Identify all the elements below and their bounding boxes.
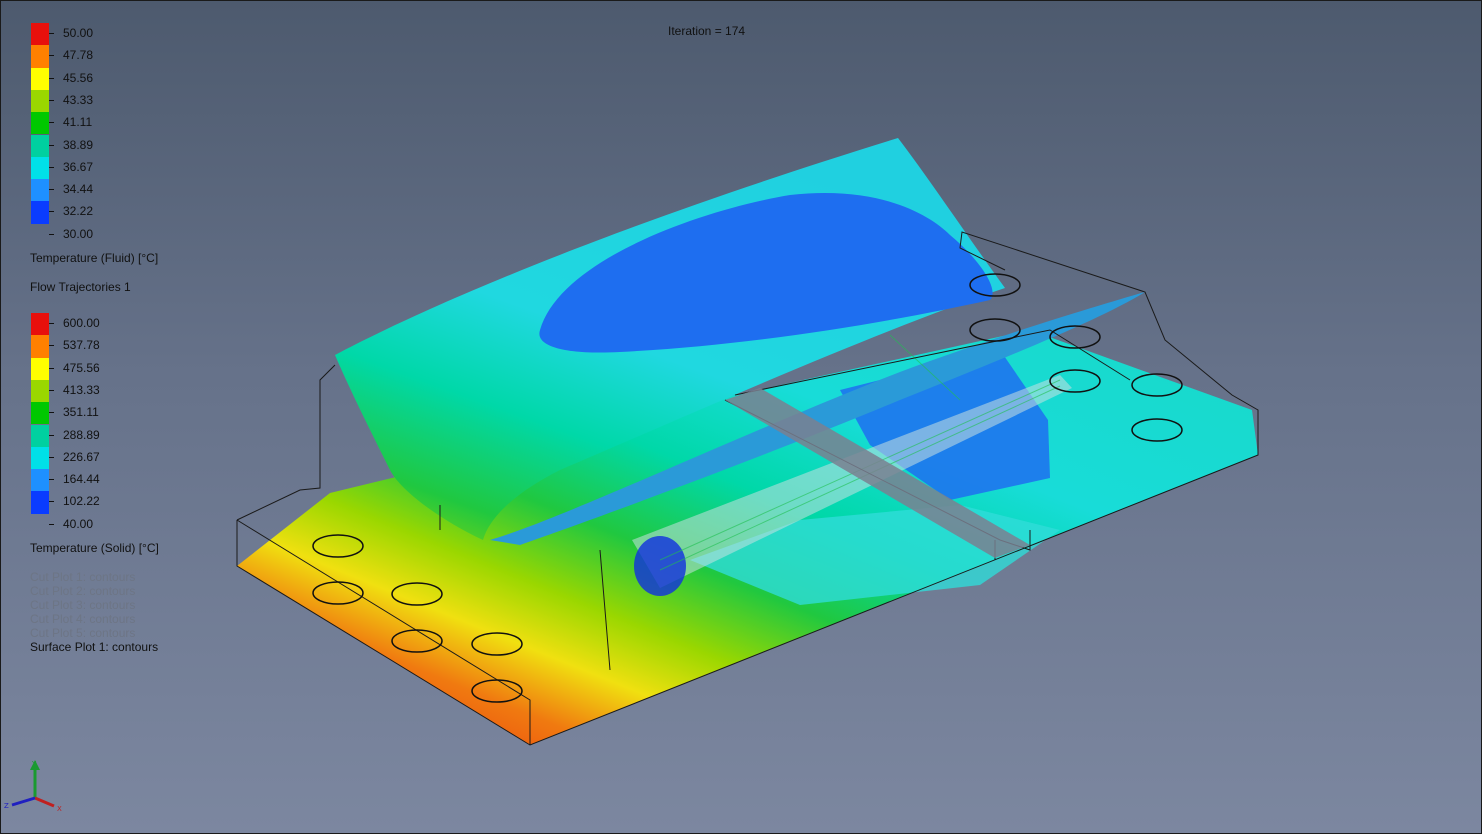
- solid-legend-tick-mark: [49, 501, 54, 503]
- fluid-legend-color-band: [31, 67, 49, 90]
- solid-legend-tick-label: 600.00: [63, 316, 100, 330]
- solid-legend-tick-label: 537.78: [63, 338, 100, 353]
- fluid-legend-color-band: [31, 89, 49, 113]
- solid-legend-title: Temperature (Solid) [°C]: [30, 541, 159, 555]
- fluid-legend-color-band: [31, 112, 49, 135]
- solid-legend-tick-label: 226.67: [63, 449, 100, 464]
- iteration-counter: Iteration = 174: [668, 24, 746, 38]
- solid-legend-tick-label: 475.56: [63, 360, 100, 375]
- solid-legend-tick-label: 164.44: [63, 472, 100, 487]
- fluid-legend-color-band: [31, 45, 49, 68]
- solid-legend-tick-mark: [49, 389, 54, 391]
- fluid-legend-tick-label: 38.89: [63, 137, 94, 152]
- fluid-legend-tick-mark: [49, 189, 54, 191]
- solid-legend-color-band: [31, 379, 49, 403]
- fluid-legend-tick-mark: [49, 211, 54, 213]
- model-view[interactable]: [0, 0, 1482, 834]
- solid-legend-tick-label: 413.33: [63, 382, 100, 397]
- plot-list-item[interactable]: Surface Plot 1: contours: [30, 640, 158, 654]
- fluid-legend-title: Temperature (Fluid) [°C]: [30, 251, 159, 265]
- fluid-legend-tick-label: 41.11: [63, 115, 93, 130]
- y-axis-label: Y: [31, 760, 37, 768]
- plot-list-item[interactable]: Cut Plot 4: contours: [30, 612, 135, 626]
- solid-legend-color-band: [31, 402, 49, 425]
- z-axis-arrow: [11, 796, 36, 807]
- fluid-legend-tick-label: 45.56: [63, 70, 94, 85]
- fluid-legend-tick-mark: [49, 77, 54, 79]
- solid-legend-color-band: [31, 335, 49, 358]
- x-axis-label: X: [57, 805, 62, 813]
- solid-legend-tick-label: 288.89: [63, 427, 100, 442]
- fluid-legend-tick-label: 47.78: [63, 48, 94, 63]
- z-axis-label: Z: [4, 802, 9, 810]
- solid-legend-tick-mark: [49, 323, 54, 324]
- fluid-legend-tick-label: 36.67: [63, 159, 94, 174]
- fluid-legend-color-band: [31, 156, 49, 180]
- plot-list-item[interactable]: Cut Plot 3: contours: [30, 598, 135, 612]
- heater-rod-end: [634, 536, 686, 596]
- plot-list-item[interactable]: Cut Plot 1: contours: [30, 570, 135, 584]
- solid-legend-color-band: [31, 491, 49, 514]
- solid-legend-color-band: [31, 357, 49, 380]
- fluid-legend-tick-label: 30.00: [63, 226, 94, 241]
- fluid-legend-tick-label: 34.44: [63, 182, 94, 197]
- coordinate-triad[interactable]: Y X Z: [2, 758, 72, 818]
- solid-legend-color-band: [31, 469, 49, 492]
- flow-trajectories-title: Flow Trajectories 1: [30, 280, 131, 294]
- plot-list-item[interactable]: Cut Plot 5: contours: [30, 626, 135, 640]
- fluid-legend-tick-label: 32.22: [63, 204, 94, 219]
- solid-legend-tick-label: 351.11: [63, 405, 99, 420]
- fluid-legend-color-band: [31, 201, 49, 224]
- fluid-legend-color-band: [31, 23, 49, 46]
- fluid-legend-color-band: [31, 179, 49, 202]
- solid-legend-tick-mark: [49, 345, 54, 347]
- fluid-legend-tick-mark: [49, 33, 54, 34]
- fluid-legend-tick-mark: [49, 55, 54, 57]
- fluid-legend-tick-mark: [49, 122, 54, 124]
- solid-legend-color-band: [31, 446, 49, 470]
- solid-legend-color-band: [31, 313, 49, 336]
- solid-legend-tick-label: 102.22: [63, 494, 100, 509]
- solid-legend-tick-mark: [49, 434, 54, 436]
- fluid-legend-color-band: [31, 134, 49, 157]
- plot-list-item[interactable]: Cut Plot 2: contours: [30, 584, 135, 598]
- fluid-legend-tick-label: 43.33: [63, 92, 94, 107]
- fluid-legend-tick-mark: [49, 144, 54, 146]
- x-axis-arrow: [34, 796, 55, 808]
- solid-legend-tick-mark: [49, 456, 54, 458]
- solid-legend-tick-mark: [49, 367, 54, 369]
- fluid-legend-tick-mark: [49, 99, 54, 101]
- fluid-legend-tick-mark: [49, 166, 54, 168]
- fluid-cold-region: [539, 193, 993, 353]
- solid-legend-tick-mark: [49, 523, 54, 525]
- solid-legend-tick-label: 40.00: [63, 516, 94, 531]
- fluid-legend-tick-label: 50.00: [63, 26, 94, 40]
- solid-legend-tick-mark: [49, 479, 54, 481]
- solid-legend-tick-mark: [49, 412, 54, 414]
- solid-legend-color-band: [31, 424, 49, 447]
- fluid-legend-tick-mark: [49, 233, 54, 235]
